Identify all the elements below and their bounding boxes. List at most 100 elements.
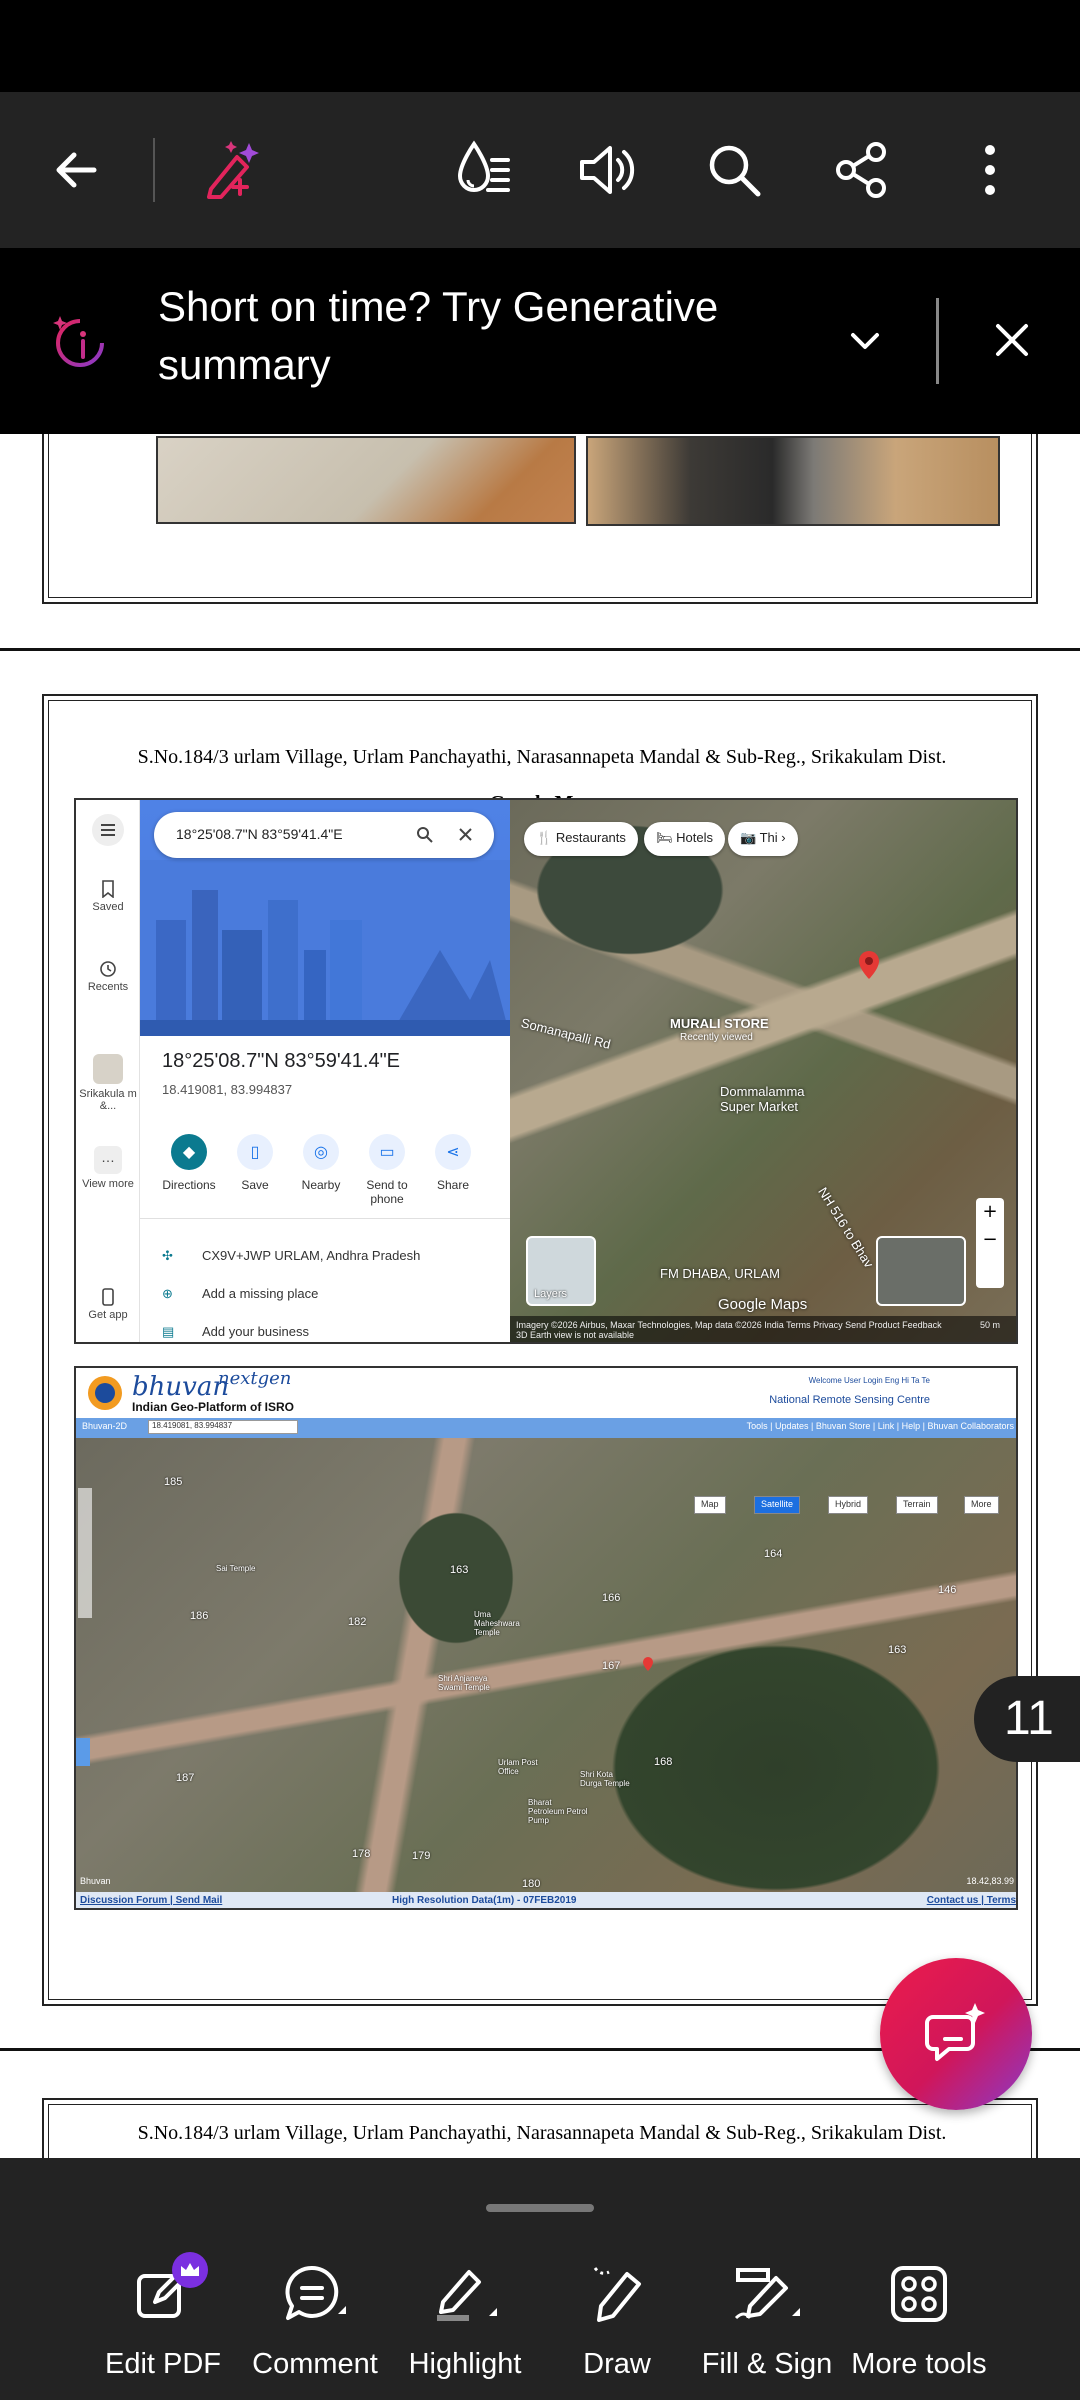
bhuvan-side-toggle bbox=[76, 1738, 90, 1766]
rail-saved: Saved bbox=[76, 880, 140, 913]
maps-search-box: 18°25'08.7"N 83°59'41.4"E bbox=[154, 812, 494, 858]
action-save: ▯ Save bbox=[220, 1134, 290, 1192]
location-pin-icon bbox=[643, 1657, 653, 1671]
menu-icon bbox=[92, 814, 124, 846]
tool-more-tools-label: More tools bbox=[851, 2348, 987, 2380]
tool-fill-sign[interactable]: Fill & Sign bbox=[692, 2258, 842, 2388]
fill-sign-icon bbox=[734, 2268, 800, 2320]
chevron-down-icon bbox=[851, 333, 879, 349]
bookmark-icon bbox=[102, 880, 114, 899]
comment-icon bbox=[285, 2265, 346, 2320]
add-location-icon: ⊕ bbox=[162, 1286, 173, 1301]
close-banner-button[interactable] bbox=[986, 314, 1038, 366]
action-directions: ◆ Directions bbox=[154, 1134, 224, 1192]
bhuvan-nav: Bhuvan-2D 18.419081, 83.994837 Tools | U… bbox=[76, 1418, 1016, 1438]
label-somanapalli-rd: Somanapalli Rd bbox=[519, 1015, 613, 1052]
isro-emblem-icon bbox=[88, 1376, 122, 1410]
add-missing-place-row: ⊕ Add a missing place bbox=[162, 1286, 319, 1301]
share-icon: ⋖ bbox=[435, 1134, 471, 1170]
rail-get-app: Get app bbox=[76, 1288, 140, 1321]
maps-hero-image: 18°25'08.7"N 83°59'41.4"E bbox=[140, 800, 510, 1036]
place-label: Uma Maheshwara Temple bbox=[474, 1610, 520, 1637]
tool-draw[interactable]: Draw bbox=[542, 2258, 692, 2388]
expand-button[interactable] bbox=[840, 316, 890, 366]
plus-code-icon: ✣ bbox=[162, 1248, 173, 1263]
liquid-mode-button[interactable] bbox=[442, 130, 522, 210]
share-icon bbox=[836, 142, 886, 198]
add-business-row: ▤ Add your business bbox=[162, 1324, 309, 1339]
bhuvan-logo: bhuvan bbox=[132, 1372, 230, 1402]
back-button[interactable] bbox=[36, 130, 116, 210]
place-thumbnail bbox=[93, 1054, 123, 1084]
maptype-map: Map bbox=[694, 1496, 726, 1514]
generative-summary-banner[interactable]: Short on time? Try Generative summary bbox=[0, 248, 1080, 434]
zoom-in-icon: + bbox=[982, 1201, 998, 1222]
parcel-label: 168 bbox=[654, 1756, 673, 1768]
ai-info-icon bbox=[53, 316, 104, 367]
more-options-button[interactable] bbox=[950, 130, 1030, 210]
page-number-badge[interactable]: 11 bbox=[974, 1676, 1080, 1762]
rail-view-more: … View more bbox=[76, 1146, 140, 1190]
phone-icon bbox=[102, 1288, 114, 1306]
tool-fill-sign-label: Fill & Sign bbox=[701, 2348, 833, 2380]
parcel-label: 179 bbox=[412, 1850, 431, 1862]
generative-ai-button[interactable] bbox=[192, 130, 272, 210]
tool-highlight[interactable]: Highlight bbox=[390, 2258, 540, 2388]
top-toolbar bbox=[0, 92, 1080, 248]
place-label: Shri Anjaneya Swami Temple bbox=[438, 1674, 490, 1692]
toolbar-divider bbox=[153, 138, 155, 202]
chip-hotels: 🛏 Hotels bbox=[644, 822, 725, 856]
drawer-handle[interactable] bbox=[486, 2204, 594, 2212]
close-icon bbox=[996, 324, 1028, 356]
more-horizontal-icon: … bbox=[94, 1146, 122, 1174]
photo-interior-corridor bbox=[586, 436, 1000, 526]
highlight-icon bbox=[437, 2270, 497, 2321]
rail-recents: Recents bbox=[76, 960, 140, 993]
parcel-label: 164 bbox=[764, 1548, 783, 1560]
search-icon bbox=[417, 827, 433, 843]
bhuvan-footer: Discussion Forum | Send Mail High Resolu… bbox=[76, 1892, 1016, 1908]
bhuvan-welcome: Welcome User Login Eng Hi Ta Te bbox=[808, 1376, 930, 1385]
arrow-left-icon bbox=[56, 152, 97, 188]
parcel-label: 186 bbox=[190, 1610, 209, 1622]
tool-more-tools[interactable]: More tools bbox=[844, 2258, 994, 2388]
label-google-maps: Google Maps bbox=[718, 1296, 808, 1313]
more-tools-icon bbox=[891, 2266, 947, 2322]
read-aloud-button[interactable] bbox=[566, 130, 646, 210]
document-page: S.No.184/3 urlam Village, Urlam Panchaya… bbox=[42, 694, 1038, 2006]
location-pin-icon bbox=[859, 951, 879, 979]
google-map-screenshot: Saved Recents Srikakula m &... … View mo… bbox=[74, 798, 1018, 1344]
ai-assistant-button[interactable] bbox=[880, 1958, 1032, 2110]
history-icon bbox=[100, 961, 116, 977]
bhuvan-logo-suffix: nextgen bbox=[218, 1368, 292, 1389]
parcel-label: 178 bbox=[352, 1848, 371, 1860]
generative-summary-text: Short on time? Try Generative summary bbox=[158, 283, 719, 388]
tool-highlight-label: Highlight bbox=[408, 2348, 522, 2380]
maps-side-rail: Saved Recents Srikakula m &... … View mo… bbox=[76, 800, 140, 1342]
bhuvan-search-input: 18.419081, 83.994837 bbox=[148, 1420, 298, 1434]
search-button[interactable] bbox=[694, 130, 774, 210]
satellite-view: 🍴 Restaurants 🛏 Hotels 📷 Thi › MURALI ST… bbox=[510, 800, 1016, 1342]
parcel-label: 166 bbox=[602, 1592, 621, 1604]
chip-things: 📷 Thi › bbox=[728, 822, 798, 856]
share-button[interactable] bbox=[822, 130, 902, 210]
zoom-out-icon: − bbox=[982, 1229, 998, 1250]
parcel-label: 180 bbox=[522, 1878, 541, 1890]
tool-edit-pdf[interactable]: Edit PDF bbox=[88, 2252, 238, 2388]
maptype-satellite: Satellite bbox=[754, 1496, 801, 1514]
place-label: Bharat Petroleum Petrol Pump bbox=[528, 1798, 588, 1825]
pdf-document-viewer[interactable]: S.No.184/3 urlam Village, Urlam Panchaya… bbox=[0, 434, 1080, 2158]
ai-assistant-icon bbox=[925, 2003, 985, 2061]
plus-code-row: ✣ CX9V+JWP URLAM, Andhra Pradesh bbox=[162, 1248, 421, 1263]
place-label: Urlam Post Office bbox=[498, 1758, 538, 1776]
tool-comment[interactable]: Comment bbox=[240, 2258, 390, 2388]
bhuvan-zoom-slider bbox=[78, 1488, 92, 1618]
rail-srikakulam: Srikakula m &... bbox=[76, 1054, 140, 1112]
read-aloud-icon bbox=[580, 146, 635, 194]
close-icon bbox=[459, 828, 472, 841]
action-nearby: ◎ Nearby bbox=[286, 1134, 356, 1192]
banner-divider bbox=[936, 298, 939, 384]
label-recently-viewed: Recently viewed bbox=[680, 1032, 753, 1043]
phone-icon: ▭ bbox=[369, 1134, 405, 1170]
bhuvan-map-screenshot: bhuvan nextgen Indian Geo-Platform of IS… bbox=[74, 1366, 1018, 1910]
